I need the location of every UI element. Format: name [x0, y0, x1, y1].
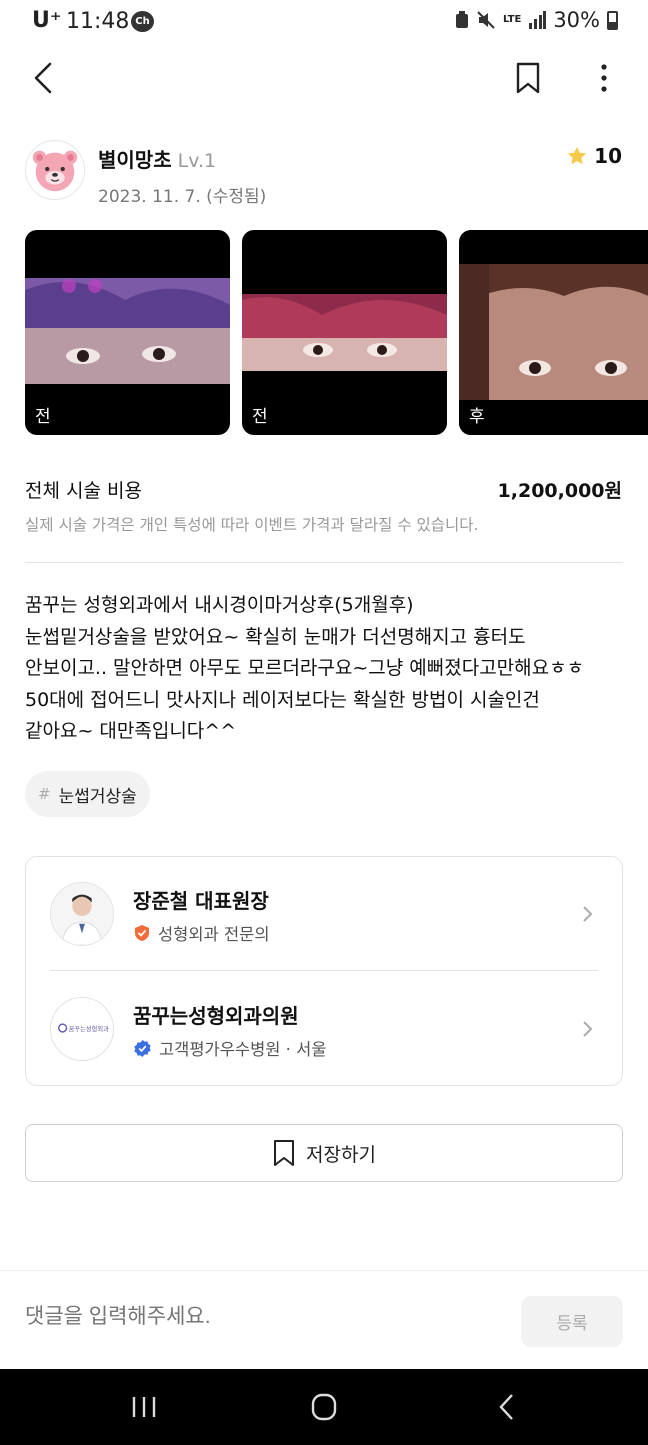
- battery-label: 30%: [553, 8, 600, 32]
- hash-icon: #: [38, 785, 51, 803]
- system-nav-bar: [0, 1369, 648, 1445]
- photo-carousel[interactable]: 전 전 후: [25, 230, 648, 435]
- hospital-badge: 고객평가우수병원 · 서울: [159, 1040, 327, 1059]
- photo-before-1[interactable]: 전: [25, 230, 230, 435]
- photo-label: 전: [252, 407, 268, 427]
- review-text: 꿈꾸는 성형외과에서 내시경이마거상후(5개월후) 눈썹밑거상술을 받았어요~ …: [25, 590, 625, 748]
- more-options-icon[interactable]: [588, 60, 620, 96]
- mute-icon: [477, 11, 495, 29]
- back-icon[interactable]: [26, 58, 62, 98]
- review-line: 50대에 접어드니 맛사지나 레이저보다는 확실한 방법이 시술인건: [25, 688, 540, 711]
- bookmark-icon: [274, 1140, 295, 1166]
- save-button-label: 저장하기: [306, 1143, 376, 1166]
- photo-label: 전: [35, 407, 51, 427]
- verified-badge-icon: [134, 1039, 151, 1057]
- review-line: 꿈꾸는 성형외과에서 내시경이마거상후(5개월후): [25, 594, 414, 616]
- photo-label: 후: [469, 407, 485, 427]
- author-name-row[interactable]: 별이망초 Lv.1: [98, 144, 216, 173]
- network-label: LTE: [502, 14, 522, 25]
- chevron-right-icon: [583, 1021, 593, 1037]
- bookmark-icon[interactable]: [512, 60, 544, 96]
- ch-badge: Ch: [131, 11, 154, 32]
- star-icon: [567, 146, 587, 165]
- author-avatar[interactable]: [25, 140, 85, 200]
- hospital-badge-row: 고객평가우수병원 · 서울: [133, 1036, 327, 1060]
- cost-value: 1,200,000원: [497, 480, 622, 502]
- doctor-hospital-card: 장준철 대표원장 성형외과 전문의 꿈꾸는성형외과 꿈꾸는성형외과의원 고객평가…: [25, 856, 623, 1086]
- cost-note: 실제 시술 가격은 개인 특성에 따라 이벤트 가격과 달라질 수 있습니다.: [25, 516, 479, 534]
- rating-value: 10: [594, 144, 622, 168]
- carrier-label: U⁺: [32, 8, 62, 33]
- hospital-row[interactable]: 꿈꾸는성형외과 꿈꾸는성형외과의원 고객평가우수병원 · 서울: [26, 972, 622, 1086]
- doctor-specialty-row: 성형외과 전문의: [133, 921, 270, 945]
- cost-title: 전체 시술 비용: [25, 480, 142, 502]
- svg-text:꿈꾸는성형외과: 꿈꾸는성형외과: [68, 1024, 109, 1033]
- hospital-logo: 꿈꾸는성형외과: [50, 997, 114, 1061]
- status-icons: LTE 30%: [455, 8, 618, 32]
- procedure-tag[interactable]: # 눈썹거상술: [25, 771, 150, 817]
- post-date: 2023. 11. 7. (수정됨): [98, 187, 267, 207]
- doctor-avatar: [50, 882, 114, 946]
- recycle-icon: [455, 11, 468, 28]
- comment-input[interactable]: [25, 1305, 495, 1329]
- photo-after[interactable]: 후: [459, 230, 648, 435]
- save-button[interactable]: 저장하기: [25, 1124, 623, 1182]
- tag-label: 눈썹거상술: [58, 786, 137, 807]
- status-bar: U⁺ 11:48 Ch LTE 30%: [0, 0, 648, 44]
- doctor-specialty: 성형외과 전문의: [158, 925, 270, 944]
- review-line: 안보이고.. 말안하면 아무도 모르더라구요~그냥 예뻐졌다고만해요ㅎㅎ: [25, 657, 585, 679]
- author-name[interactable]: 별이망초: [98, 148, 172, 172]
- top-nav: [0, 50, 648, 106]
- chevron-right-icon: [583, 906, 593, 922]
- review-line: 눈썹밑거상술을 받았어요~ 확실히 눈매가 더선명해지고 흉터도: [25, 625, 526, 648]
- hospital-name: 꿈꾸는성형외과의원: [133, 1004, 299, 1028]
- back-nav-icon[interactable]: [488, 1391, 528, 1423]
- specialist-badge-icon: [135, 925, 149, 941]
- comment-submit-button[interactable]: 등록: [521, 1296, 623, 1347]
- status-time: 11:48: [66, 9, 130, 34]
- home-icon[interactable]: [304, 1391, 344, 1423]
- signal-icon: [529, 11, 547, 29]
- recent-apps-icon[interactable]: [124, 1391, 164, 1423]
- card-divider: [50, 970, 598, 971]
- review-line: 같아요~ 대만족입니다^^: [25, 720, 237, 742]
- photo-before-2[interactable]: 전: [242, 230, 447, 435]
- doctor-name: 장준철 대표원장: [133, 889, 269, 913]
- battery-icon: [607, 10, 618, 30]
- comment-bar: 등록: [0, 1270, 648, 1369]
- divider: [25, 562, 623, 563]
- doctor-row[interactable]: 장준철 대표원장 성형외과 전문의: [26, 857, 622, 971]
- rating: 10: [566, 144, 622, 168]
- author-level: Lv.1: [177, 150, 217, 172]
